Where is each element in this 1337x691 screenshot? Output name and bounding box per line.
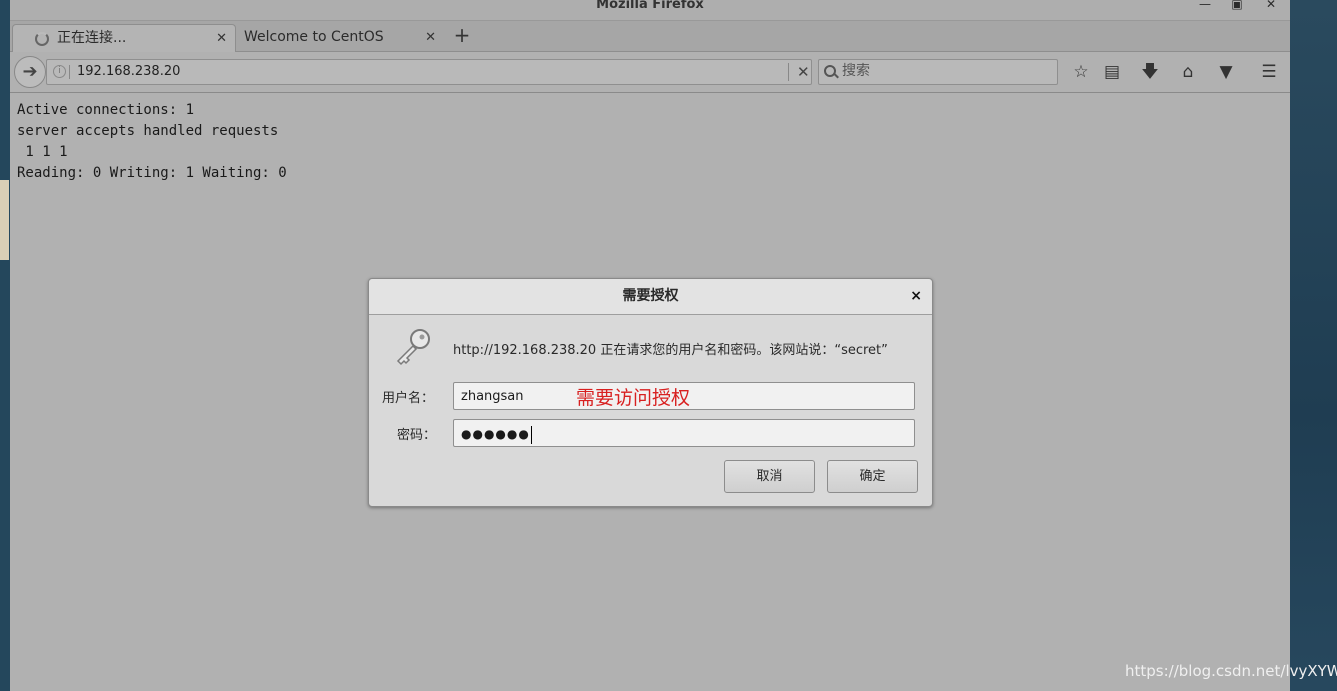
key-icon	[396, 329, 430, 366]
dialog-header: 需要授权 ×	[369, 279, 932, 315]
username-label: 用户名：	[382, 391, 435, 406]
page-content: Active connections: 1 server accepts hand…	[17, 100, 287, 184]
stop-icon[interactable]: ✕	[797, 60, 810, 84]
password-field[interactable]: ●●●●●●	[453, 419, 915, 447]
dialog-title: 需要授权	[622, 288, 679, 304]
loading-spinner-icon	[35, 32, 49, 46]
firefox-window: Mozilla Firefox — ▣ ✕ 正在连接... ✕ Welcome …	[10, 0, 1290, 691]
password-value: ●●●●●●	[461, 427, 530, 441]
tab-close-icon[interactable]: ✕	[216, 25, 227, 52]
download-icon[interactable]: 🡇	[1139, 62, 1161, 82]
ok-button[interactable]: 确定	[827, 460, 918, 493]
status-line: server accepts handled requests	[17, 123, 279, 139]
desktop-background	[1290, 0, 1337, 691]
username-value: zhangsan	[461, 389, 524, 404]
back-button[interactable]: ➔	[14, 56, 46, 88]
url-separator	[69, 65, 70, 79]
url-text: 192.168.238.20	[77, 64, 181, 79]
search-icon	[824, 65, 836, 77]
star-icon[interactable]: ☆	[1070, 62, 1092, 82]
desktop-left-strip	[0, 180, 9, 260]
password-label: 密码：	[397, 428, 437, 443]
status-line: 1 1 1	[17, 144, 68, 160]
search-placeholder: 搜索	[842, 63, 870, 79]
text-caret	[530, 425, 532, 444]
tab-bar: 正在连接... ✕ Welcome to CentOS ✕	[10, 21, 1290, 52]
desktop-left-edge	[0, 0, 10, 691]
minimize-button[interactable]: —	[1197, 0, 1213, 11]
dialog-message: http://192.168.238.20 正在请求您的用户名和密码。该网站说：…	[453, 343, 888, 358]
close-window-button[interactable]: ✕	[1263, 0, 1279, 11]
auth-dialog: 需要授权 × http://192.168.238.20 正在请求您的用户名和密…	[368, 278, 933, 507]
window-titlebar: Mozilla Firefox — ▣ ✕	[10, 0, 1290, 21]
tab-label: 正在连接...	[57, 30, 127, 46]
tab-close-icon[interactable]: ✕	[425, 24, 436, 51]
tab-welcome-centos[interactable]: Welcome to CentOS ✕	[236, 24, 444, 51]
cancel-button[interactable]: 取消	[724, 460, 815, 493]
new-tab-button[interactable]: +	[450, 24, 474, 48]
menu-icon[interactable]: ☰	[1258, 62, 1280, 82]
window-title: Mozilla Firefox	[596, 0, 704, 12]
pocket-icon[interactable]: ▼	[1215, 62, 1237, 82]
navigation-bar: ➔ i 192.168.238.20 ✕ 搜索 ☆ ▤ 🡇 ⌂ ▼ ☰	[10, 52, 1290, 93]
tab-label: Welcome to CentOS	[244, 29, 384, 45]
home-icon[interactable]: ⌂	[1177, 62, 1199, 82]
tab-connecting[interactable]: 正在连接... ✕	[12, 24, 236, 52]
url-separator	[788, 63, 789, 81]
maximize-button[interactable]: ▣	[1229, 0, 1245, 11]
search-input[interactable]: 搜索	[818, 59, 1058, 85]
url-bar[interactable]: i 192.168.238.20 ✕	[46, 59, 812, 85]
reading-list-icon[interactable]: ▤	[1101, 62, 1123, 82]
info-icon[interactable]: i	[53, 65, 66, 78]
annotation-text: 需要访问授权	[576, 387, 691, 409]
status-line: Active connections: 1	[17, 102, 195, 118]
watermark: https://blog.csdn.net/lvyXYW	[1125, 662, 1337, 680]
dialog-close-icon[interactable]: ×	[910, 279, 922, 313]
status-line: Reading: 0 Writing: 1 Waiting: 0	[17, 165, 287, 181]
